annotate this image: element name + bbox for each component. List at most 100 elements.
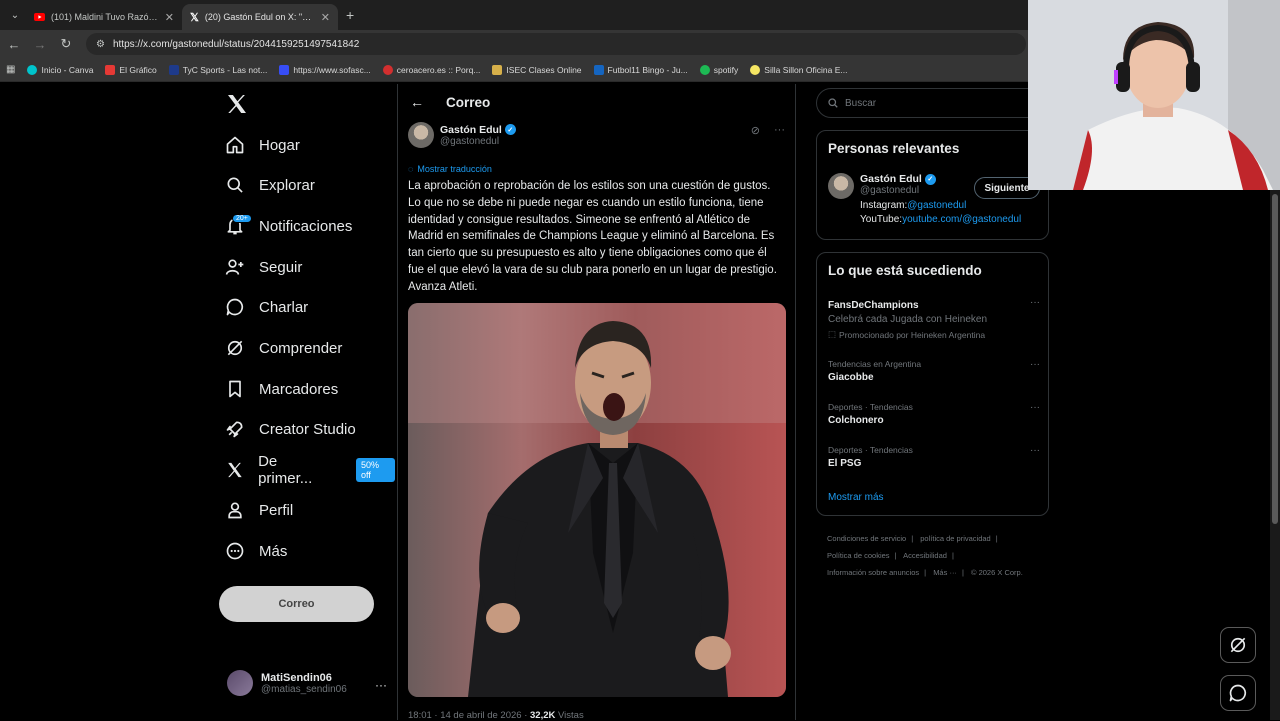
sidebar-item-chat[interactable]: Charlar	[215, 287, 308, 327]
sidebar-item-premium[interactable]: De primer... 50% off	[215, 450, 395, 490]
close-tab-icon[interactable]: ✕	[321, 11, 330, 24]
instagram-link[interactable]: @gastonedul	[907, 200, 966, 211]
author-name[interactable]: Gastón Edul	[440, 124, 502, 136]
page-scrollbar[interactable]	[1270, 190, 1280, 720]
search-placeholder: Buscar	[845, 97, 877, 109]
tab-search-button[interactable]: ⌄	[4, 4, 26, 26]
more-link[interactable]: Más ···	[933, 568, 957, 577]
site-info-icon[interactable]: ⚙	[96, 39, 105, 50]
new-tab-button[interactable]: +	[346, 7, 354, 23]
tweet-meta: 18:01 · 14 de abril de 2026 · 32,2K Vist…	[408, 710, 584, 721]
translate-label: Mostrar traducción	[417, 164, 492, 174]
cookies-link[interactable]: Política de cookies	[827, 551, 890, 560]
trend-name: Giacobbe	[828, 372, 874, 383]
more-dots-icon[interactable]: ···	[1030, 402, 1040, 413]
url-input[interactable]: ⚙ https://x.com/gastonedul/status/204415…	[86, 33, 1026, 55]
sidebar-item-follow[interactable]: Seguir	[215, 247, 302, 287]
sidebar-item-label: De primer...	[258, 453, 313, 487]
search-icon	[227, 177, 243, 193]
more-dots-icon[interactable]: ···	[375, 678, 387, 692]
tab-title: (20) Gastón Edul on X: "La aprob...	[204, 12, 315, 22]
views-label: Vistas	[555, 710, 584, 721]
trend-name: Colchonero	[828, 415, 884, 426]
verified-badge-icon: ✓	[924, 173, 936, 185]
post-button[interactable]: Correo	[219, 586, 374, 622]
copyright: © 2026 X Corp.	[970, 568, 1023, 577]
bookmark-el-grafico[interactable]: El Gráfico	[105, 64, 157, 75]
promoted-trend[interactable]: FansDeChampions Celebrá cada Jugada con …	[828, 297, 1040, 340]
bookmark-canva[interactable]: Inicio - Canva	[27, 64, 93, 75]
bookmark-tyc-sports[interactable]: TyC Sports - Las not...	[168, 64, 267, 75]
browser-tab-youtube[interactable]: (101) Maldini Tuvo Razón Sobr... ✕	[26, 4, 182, 30]
search-input[interactable]: Buscar	[816, 88, 1049, 118]
sidebar-item-notifications[interactable]: 20+ Notificaciones	[215, 206, 352, 246]
sidebar-item-grok[interactable]: Comprender	[215, 328, 342, 368]
trend-subtitle: Celebrá cada Jugada con Heineken	[828, 314, 987, 325]
trend-item[interactable]: Tendencias en Argentina Giacobbe ···	[828, 359, 1040, 383]
more-dots-icon[interactable]: ···	[1030, 297, 1040, 308]
close-tab-icon[interactable]: ✕	[165, 11, 174, 24]
x-logo-icon[interactable]	[225, 92, 249, 116]
sidebar-item-home[interactable]: Hogar	[215, 125, 300, 165]
sidebar-item-profile[interactable]: Perfil	[215, 490, 293, 530]
bookmark-silla[interactable]: Silla Sillon Oficina E...	[750, 64, 847, 75]
bookmark-spotify[interactable]: spotify	[699, 64, 738, 75]
accessibility-link[interactable]: Accesibilidad	[903, 551, 947, 560]
person-name[interactable]: Gastón Edul	[860, 173, 922, 185]
scrollbar-thumb[interactable]	[1272, 194, 1278, 524]
sidebar-item-explore[interactable]: Explorar	[215, 165, 315, 205]
tweet-photo-image	[408, 303, 786, 697]
avatar[interactable]	[828, 173, 854, 199]
sidebar-item-more[interactable]: Más	[215, 531, 287, 571]
trend-item[interactable]: Deportes · Tendencias El PSG ···	[828, 445, 1040, 469]
card-title: Lo que está sucediendo	[828, 263, 982, 278]
privacy-link[interactable]: política de privacidad	[920, 534, 990, 543]
youtube-link[interactable]: youtube.com/@gastonedul	[902, 214, 1021, 225]
back-button[interactable]: ←	[2, 32, 26, 56]
more-dots-icon[interactable]: ···	[1030, 359, 1040, 370]
browser-tab-x[interactable]: 𝕏 (20) Gastón Edul on X: "La aprob... ✕	[182, 4, 338, 30]
ceroacero-icon	[382, 64, 393, 75]
views-count: 32,2K	[530, 710, 556, 721]
sidebar-item-bookmarks[interactable]: Marcadores	[215, 369, 338, 409]
tweet-photo[interactable]	[408, 303, 786, 697]
show-translation-link[interactable]: ◌ Mostrar traducción	[408, 164, 492, 174]
sofascore-icon	[279, 64, 290, 75]
trend-context: Tendencias en Argentina	[828, 359, 922, 369]
grok-icon	[227, 340, 243, 356]
more-dots-icon[interactable]: ···	[1030, 445, 1040, 456]
bookmark-futbol11[interactable]: Futbol11 Bingo - Ju...	[593, 64, 688, 75]
messages-floating-button[interactable]	[1220, 675, 1256, 711]
terms-link[interactable]: Condiciones de servicio	[827, 534, 906, 543]
author-handle[interactable]: @gastonedul	[440, 136, 516, 147]
bookmark-sofascore[interactable]: https://www.sofasc...	[279, 64, 371, 75]
bookmark-isec[interactable]: ISEC Clases Online	[492, 64, 582, 75]
show-more-link[interactable]: Mostrar más	[828, 492, 884, 503]
grok-icon[interactable]: ⊘	[751, 124, 760, 137]
tweet-author[interactable]: Gastón Edul ✓ @gastonedul	[408, 122, 516, 148]
sidebar-item-label: Comprender	[259, 339, 343, 357]
canva-icon	[27, 64, 38, 75]
person-bio: Instagram:@gastonedul YouTube:youtube.co…	[860, 200, 1022, 225]
grok-floating-button[interactable]	[1220, 627, 1256, 663]
notification-badge: 20+	[232, 214, 252, 223]
left-navigation: Hogar Explorar 20+ Notificaciones Seguir…	[215, 84, 395, 720]
avatar[interactable]	[408, 122, 434, 148]
sidebar-item-label: Explorar	[259, 176, 315, 194]
back-arrow-icon[interactable]: ←	[410, 94, 424, 110]
trend-name: El PSG	[828, 458, 862, 469]
silla-icon	[750, 64, 761, 75]
account-switcher[interactable]: MatiSendin06 @matias_sendin06 ···	[227, 670, 387, 696]
verified-badge-icon: ✓	[504, 124, 516, 135]
sidebar-item-label: Charlar	[259, 298, 309, 316]
reload-button[interactable]: ↻	[54, 32, 78, 56]
sidebar-item-creator-studio[interactable]: Creator Studio	[215, 409, 356, 449]
bookmark-ceroacero[interactable]: ceroacero.es :: Porq...	[382, 64, 480, 75]
apps-grid-icon[interactable]: ▦	[6, 64, 15, 75]
sidebar-item-label: Seguir	[259, 258, 303, 276]
trend-item[interactable]: Deportes · Tendencias Colchonero ···	[828, 402, 1040, 426]
forward-button[interactable]: →	[28, 32, 52, 56]
tweet-time[interactable]: 18:01 · 14 de abril de 2026 ·	[408, 710, 530, 721]
more-dots-icon[interactable]: ···	[774, 124, 785, 137]
ads-info-link[interactable]: Información sobre anuncios	[827, 568, 919, 577]
